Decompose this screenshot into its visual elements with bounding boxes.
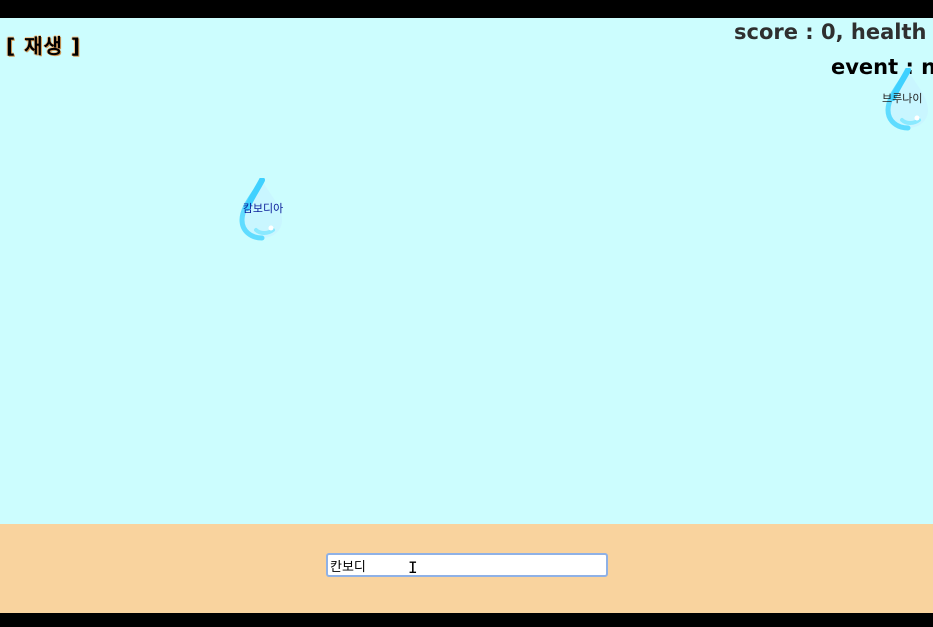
drop-word-label: 브루나이: [882, 92, 923, 105]
drop-word-label: 캄보디아: [242, 202, 284, 215]
game-sky: [ 재생 ] score : 0, health : 3 event : no …: [0, 18, 933, 524]
word-input[interactable]: [326, 553, 608, 577]
falling-word-drop: 캄보디아: [238, 178, 288, 242]
score-health-display: score : 0, health : 3: [734, 20, 933, 44]
game-window: [ 재생 ] score : 0, health : 3 event : no …: [0, 0, 933, 627]
play-button[interactable]: [ 재생 ]: [6, 30, 81, 59]
bottom-bar: [0, 613, 933, 627]
falling-word-drop: 브루나이: [882, 68, 933, 132]
